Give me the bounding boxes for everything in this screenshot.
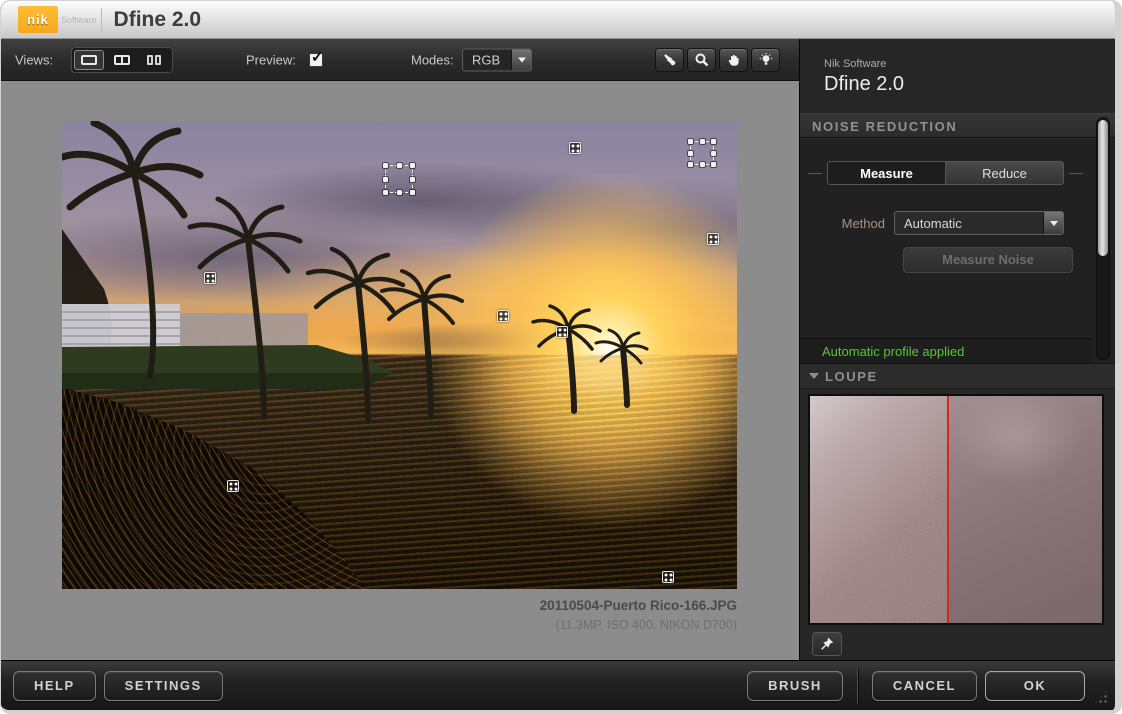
select-arrow-icon <box>662 52 678 68</box>
measurement-point[interactable] <box>497 310 509 322</box>
loupe-title: LOUPE <box>825 369 878 384</box>
noise-reduction-body: Measure Reduce Method Automatic Measure … <box>800 139 1115 363</box>
dfine-window: nik Software Dfine 2.0 Views: Preview: M… <box>0 0 1122 714</box>
loupe-preview[interactable] <box>808 394 1104 625</box>
photo-caption: 20110504-Puerto Rico-166.JPG (11.3MP, IS… <box>62 596 737 635</box>
settings-panel: Nik Software Dfine 2.0 NOISE REDUCTION M… <box>800 39 1115 660</box>
select-arrow-tool-button[interactable] <box>655 48 684 72</box>
dropdown-arrow-icon[interactable] <box>511 49 531 70</box>
measurement-point[interactable] <box>569 142 581 154</box>
side-by-side-view-icon <box>147 55 163 65</box>
lightbulb-icon <box>758 52 774 68</box>
brush-button[interactable]: BRUSH <box>747 671 843 701</box>
status-message: Automatic profile applied <box>800 338 1093 363</box>
resize-grip[interactable] <box>1093 689 1109 705</box>
tab-dash-right <box>1069 173 1083 174</box>
hand-icon <box>726 52 742 68</box>
filename-label: 20110504-Puerto Rico-166.JPG <box>62 596 737 616</box>
preview-checkbox[interactable] <box>309 53 323 67</box>
preview-label: Preview: <box>246 52 296 67</box>
pan-tool-button[interactable] <box>719 48 748 72</box>
tabs-row: Measure Reduce <box>808 161 1083 185</box>
view-mode-group <box>71 47 173 73</box>
noise-reduction-header: NOISE REDUCTION <box>800 113 1115 138</box>
collapse-triangle-icon <box>809 373 819 379</box>
measurement-region[interactable] <box>690 141 714 165</box>
logo-subtext: Software <box>61 15 97 25</box>
tool-buttons <box>655 48 780 72</box>
photo[interactable] <box>62 121 737 589</box>
measure-noise-button[interactable]: Measure Noise <box>903 247 1073 273</box>
scrollbar-thumb[interactable] <box>1098 120 1108 256</box>
loupe-header[interactable]: LOUPE <box>800 363 1115 389</box>
panel-scrollbar[interactable] <box>1096 117 1110 360</box>
modes-value: RGB <box>463 52 511 67</box>
method-dropdown[interactable]: Automatic <box>894 211 1064 235</box>
measurement-point[interactable] <box>204 272 216 284</box>
cancel-button[interactable]: CANCEL <box>872 671 977 701</box>
measurement-region[interactable] <box>385 165 413 193</box>
method-label: Method <box>800 216 894 231</box>
measurement-point[interactable] <box>556 326 568 338</box>
loupe-after-half <box>947 396 1102 623</box>
loupe-before-half <box>810 396 947 623</box>
dropdown-arrow-icon[interactable] <box>1043 212 1063 234</box>
side-by-side-view-button[interactable] <box>140 50 170 70</box>
file-info-label: (11.3MP, ISO 400, NIKON D700) <box>62 616 737 635</box>
brand-product: Dfine 2.0 <box>824 71 904 97</box>
loupe-split-line[interactable] <box>947 396 949 623</box>
preview-canvas: 20110504-Puerto Rico-166.JPG (11.3MP, IS… <box>1 81 799 660</box>
title-bar: nik Software Dfine 2.0 <box>1 1 1115 39</box>
settings-button[interactable]: SETTINGS <box>104 671 223 701</box>
magnifier-icon <box>694 52 710 68</box>
zoom-tool-button[interactable] <box>687 48 716 72</box>
tab-measure[interactable]: Measure <box>828 162 945 184</box>
title-divider <box>101 8 102 32</box>
tabset: Measure Reduce <box>827 161 1064 185</box>
modes-dropdown[interactable]: RGB <box>462 48 532 71</box>
help-button[interactable]: HELP <box>13 671 96 701</box>
brand-block: Nik Software Dfine 2.0 <box>824 57 904 97</box>
tab-dash-left <box>808 173 822 174</box>
views-label: Views: <box>15 52 53 67</box>
tab-reduce[interactable]: Reduce <box>945 162 1063 184</box>
method-row: Method Automatic <box>800 211 1115 235</box>
window-title: Dfine 2.0 <box>114 8 202 32</box>
footer-bar: HELP SETTINGS BRUSH CANCEL OK <box>1 660 1115 710</box>
measurement-point[interactable] <box>707 233 719 245</box>
single-view-button[interactable] <box>74 50 104 70</box>
toolbar: Views: Preview: Modes: RGB <box>1 39 799 81</box>
measurement-point[interactable] <box>662 571 674 583</box>
modes-label: Modes: <box>411 52 454 67</box>
split-view-icon <box>114 55 130 65</box>
split-view-button[interactable] <box>107 50 137 70</box>
single-view-icon <box>81 55 97 65</box>
loupe-pin-button[interactable] <box>812 632 842 656</box>
brand-company: Nik Software <box>824 57 904 71</box>
pushpin-icon <box>819 636 835 652</box>
noise-grain <box>810 396 947 623</box>
method-value: Automatic <box>895 216 1043 231</box>
lights-out-tool-button[interactable] <box>751 48 780 72</box>
ok-button[interactable]: OK <box>985 671 1085 701</box>
footer-divider <box>857 668 858 704</box>
nik-logo-icon: nik <box>18 6 58 33</box>
measurement-point[interactable] <box>227 480 239 492</box>
